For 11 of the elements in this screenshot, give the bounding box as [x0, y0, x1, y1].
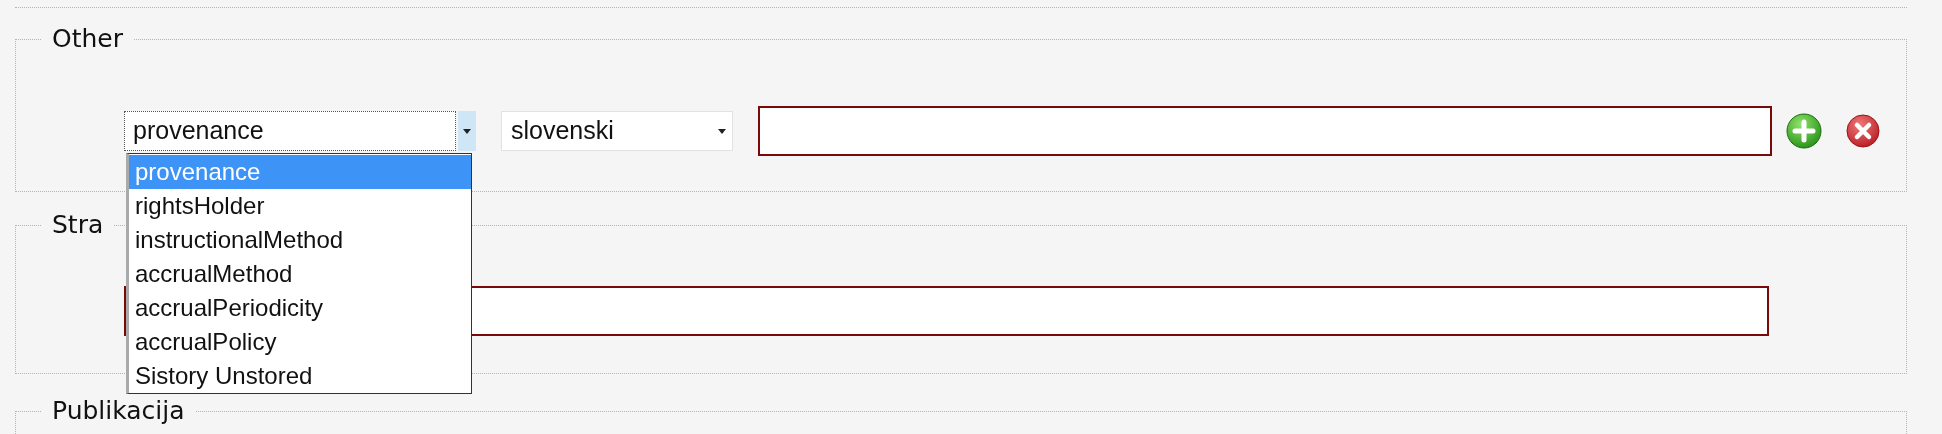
dropdown-button[interactable] [458, 111, 476, 151]
value-field[interactable] [758, 106, 1772, 156]
section-title: Stra [51, 214, 105, 236]
language-select[interactable]: slovenski [501, 111, 733, 151]
property-select[interactable]: provenance [124, 111, 456, 151]
delete-icon[interactable] [1846, 114, 1880, 148]
caret-icon [718, 128, 726, 134]
add-icon[interactable] [1786, 113, 1822, 149]
caret-icon [463, 128, 471, 134]
section-title: Publikacija [51, 400, 186, 422]
section-title: Other [51, 28, 124, 50]
